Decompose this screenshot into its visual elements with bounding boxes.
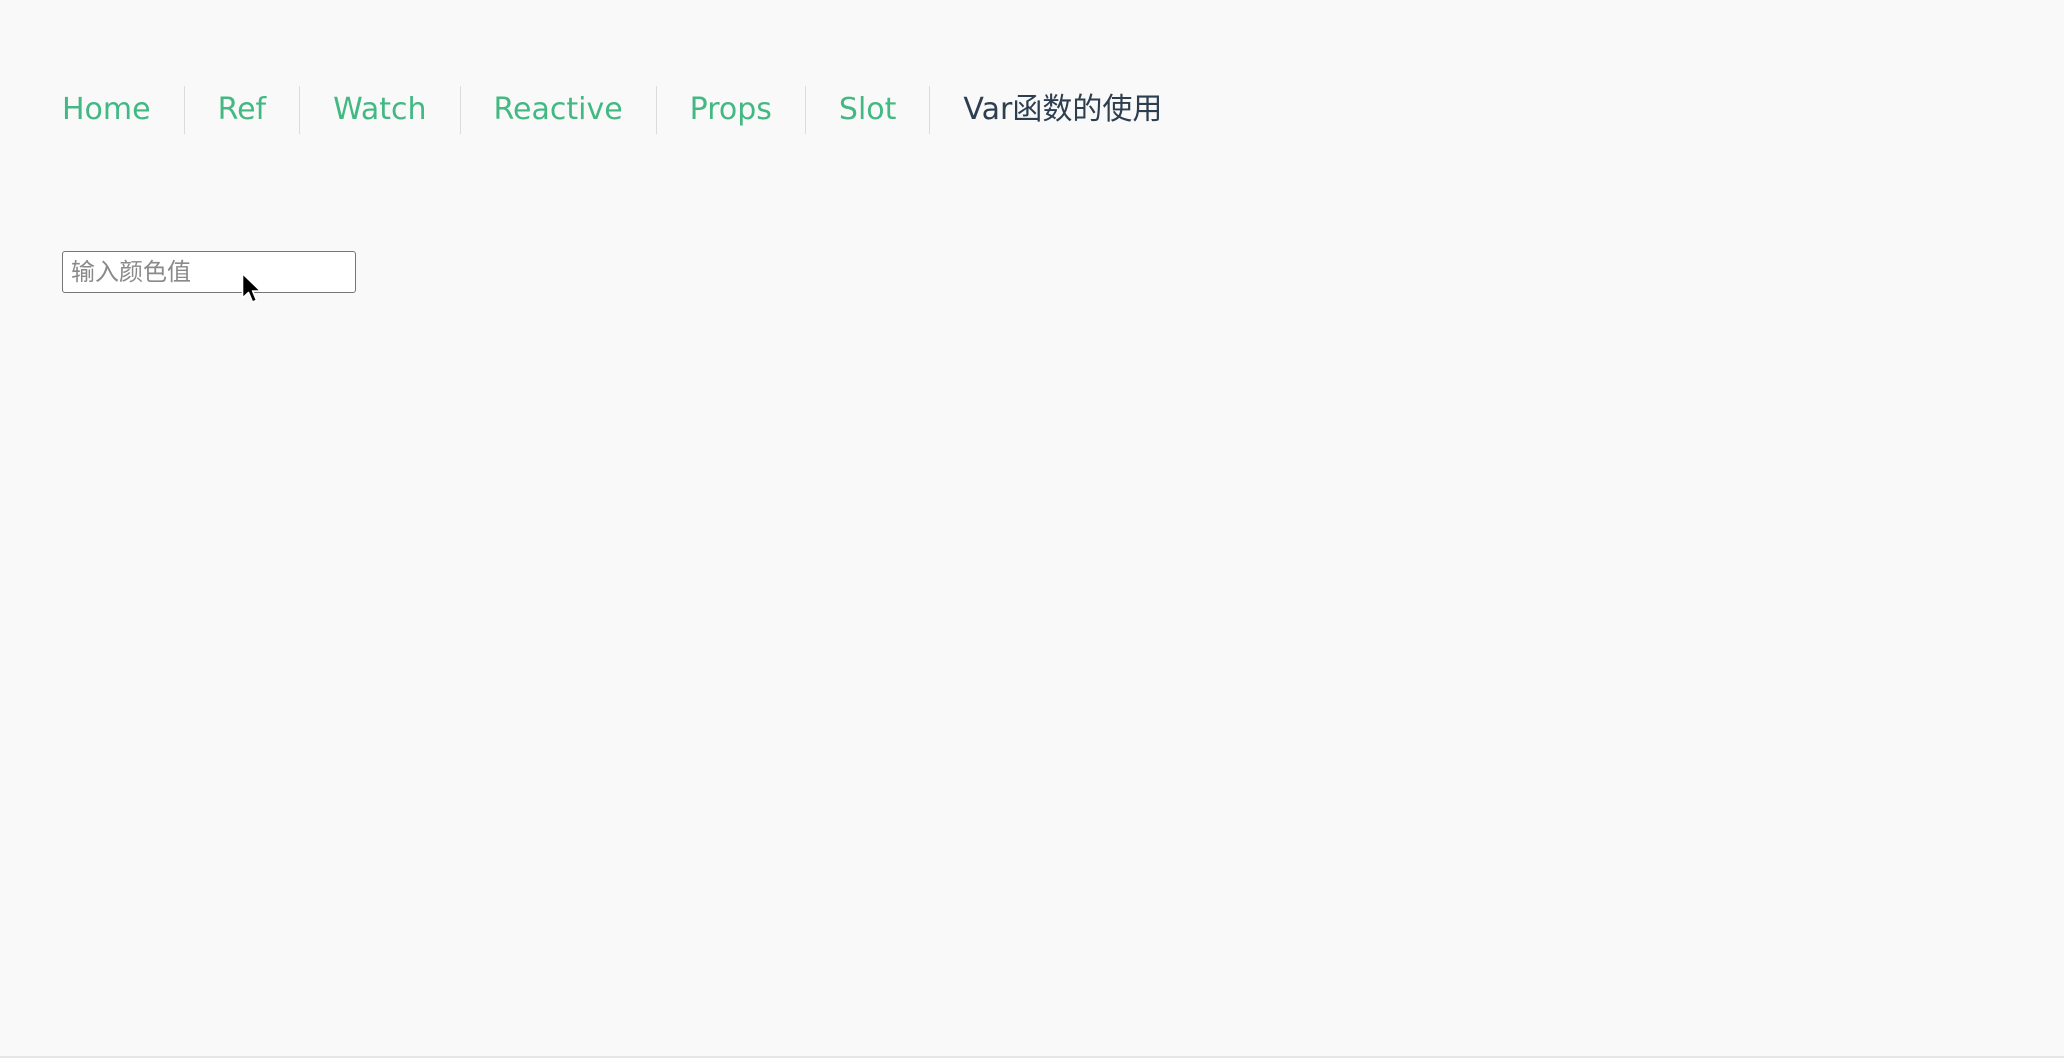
nav-link-reactive[interactable]: Reactive bbox=[461, 86, 656, 134]
color-value-input[interactable] bbox=[62, 251, 356, 293]
nav-link-watch[interactable]: Watch bbox=[300, 86, 459, 134]
nav-link-props[interactable]: Props bbox=[657, 86, 805, 134]
nav-link-home[interactable]: Home bbox=[62, 86, 184, 134]
mouse-pointer-icon bbox=[241, 272, 262, 303]
top-nav: Home Ref Watch Reactive Props Slot Var函数… bbox=[62, 86, 1195, 134]
nav-link-ref[interactable]: Ref bbox=[185, 86, 300, 134]
nav-link-slot[interactable]: Slot bbox=[806, 86, 930, 134]
nav-link-var-function[interactable]: Var函数的使用 bbox=[930, 86, 1195, 134]
